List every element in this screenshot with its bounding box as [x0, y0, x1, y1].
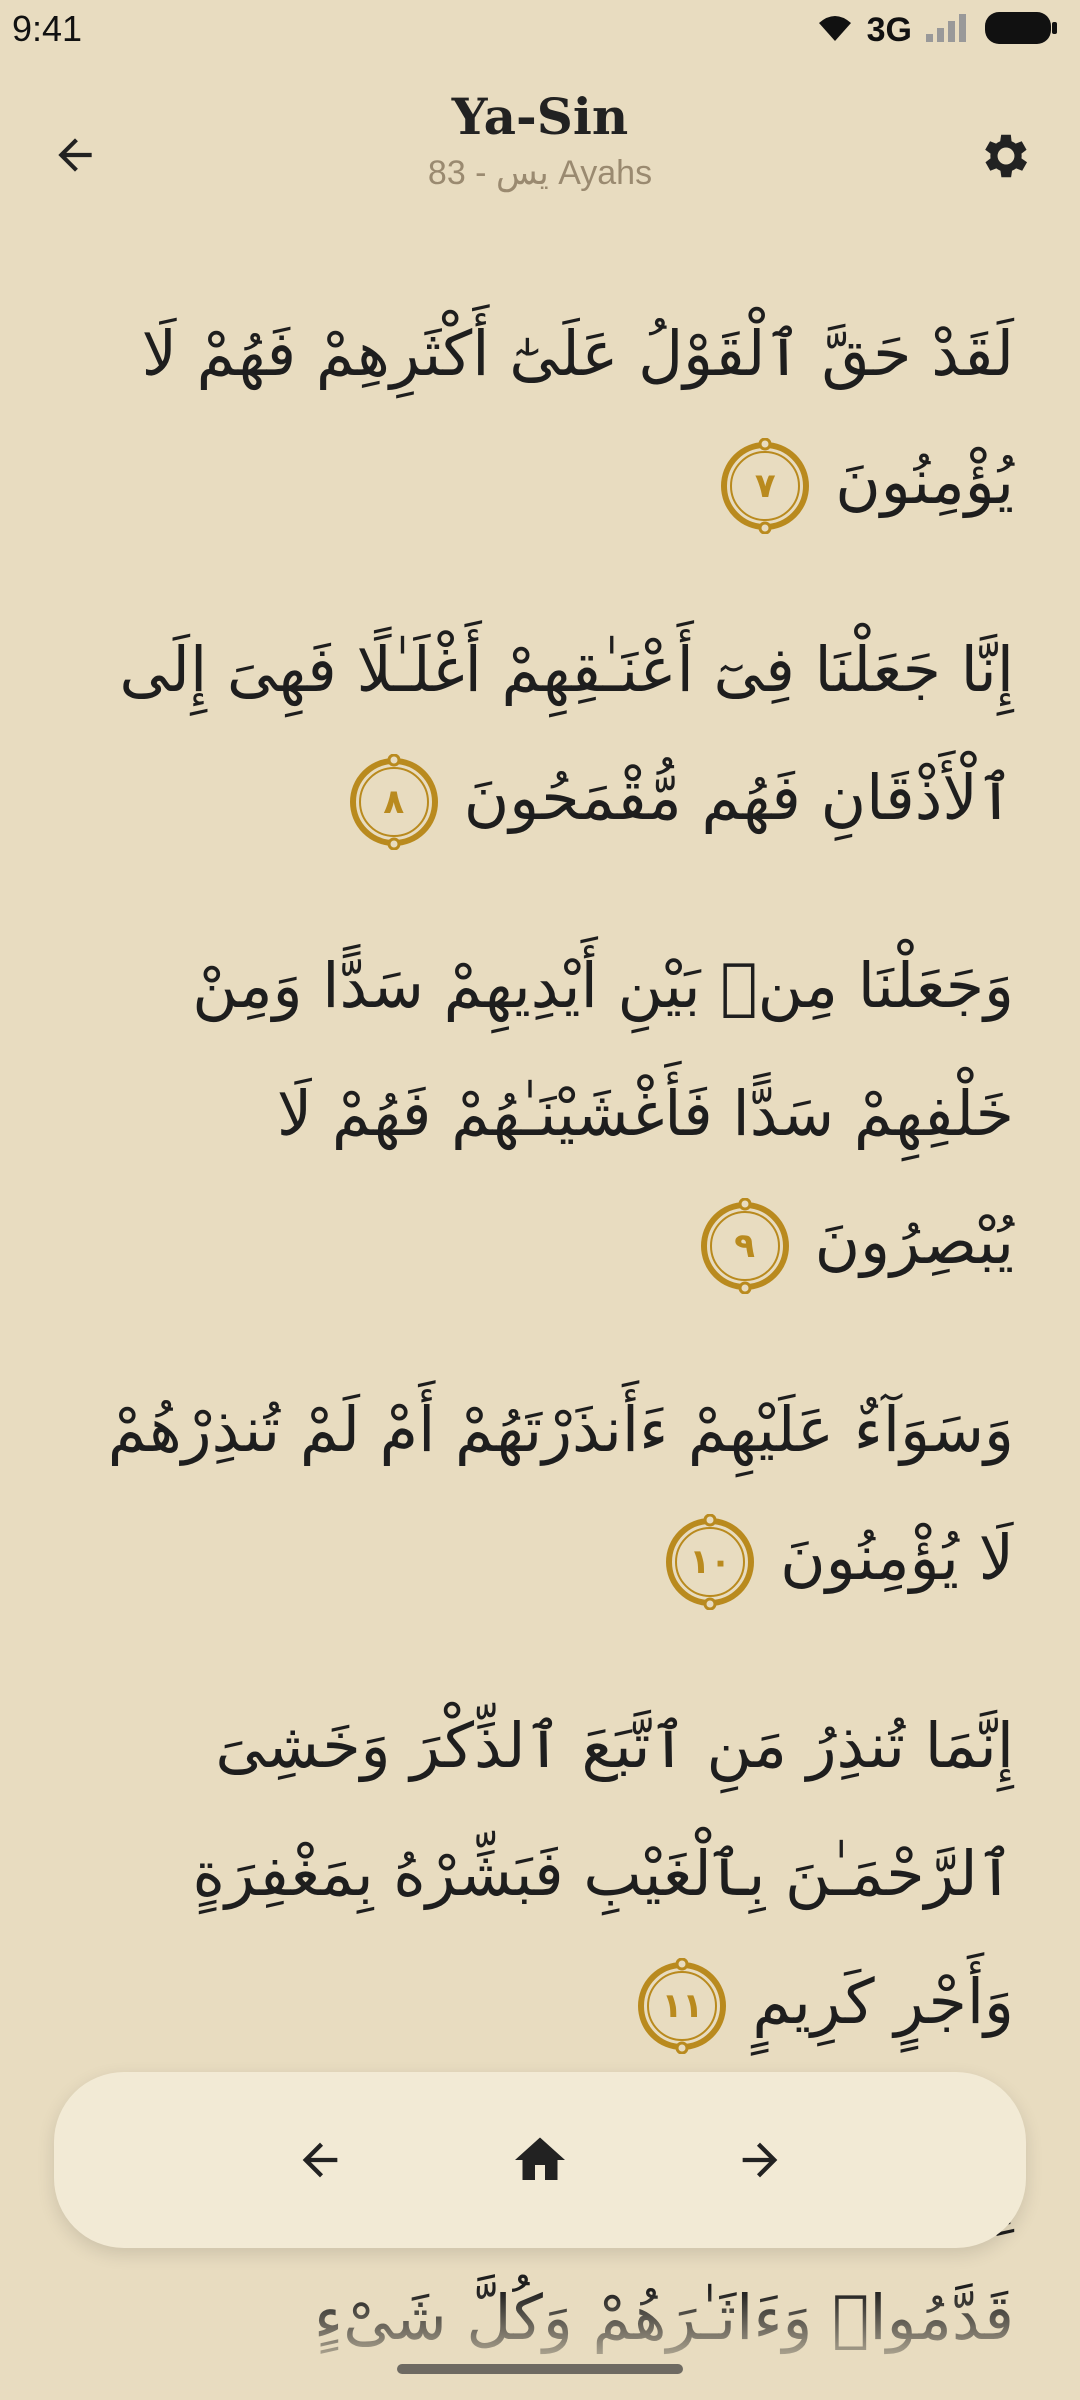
ayah-9[interactable]: وَجَعَلْنَا مِنۢ بَيْنِ أَيْدِيهِمْ سَدً…: [70, 922, 1014, 1306]
arrow-left-icon: [302, 2142, 338, 2178]
ayah-number-marker: ٩: [697, 1197, 793, 1294]
arrow-right-icon: [742, 2142, 778, 2178]
ayah-number: ١٠: [689, 1541, 731, 1582]
status-bar: 9:41 3G: [0, 0, 1080, 60]
page-title: Ya-Sin: [451, 87, 629, 146]
ayah-text: إِنَّا جَعَلْنَا فِىٓ أَعْنَـٰقِهِمْ أَغ…: [119, 633, 1014, 834]
ayah-number-marker: ١١: [634, 1957, 730, 2054]
ayah-7[interactable]: لَقَدْ حَقَّ ٱلْقَوْلُ عَلَىٰٓ أَكْثَرِه…: [70, 290, 1014, 546]
header: Ya-Sin يس - 83 Ayahs: [0, 80, 1080, 220]
signal-icon: [924, 12, 972, 48]
status-time: 9:41: [12, 8, 83, 49]
ayah-text: وَجَعَلْنَا مِنۢ بَيْنِ أَيْدِيهِمْ سَدً…: [192, 949, 1014, 1278]
wifi-icon: [815, 13, 855, 47]
home-button[interactable]: [500, 2120, 580, 2200]
bottom-fade: [0, 2290, 1080, 2400]
ayah-11[interactable]: إِنَّمَا تُنذِرُ مَنِ ٱتَّبَعَ ٱلذِّكْرَ…: [70, 1682, 1014, 2066]
page-subtitle: يس - 83 Ayahs: [427, 154, 653, 192]
ayah-text: وَسَوَآءٌ عَلَيْهِمْ ءَأَنذَرْتَهُمْ أَم…: [107, 1393, 1014, 1594]
ayah-10[interactable]: وَسَوَآءٌ عَلَيْهِمْ ءَأَنذَرْتَهُمْ أَم…: [70, 1366, 1014, 1622]
ayah-number: ٩: [734, 1225, 755, 1266]
ayah-number: ١١: [661, 1985, 704, 2026]
gear-icon: [985, 134, 1028, 178]
settings-button[interactable]: [966, 116, 1046, 196]
ayah-number: ٨: [383, 781, 405, 822]
bottom-navigation: [54, 2072, 1026, 2248]
previous-surah-button[interactable]: [280, 2120, 360, 2200]
ayah-number: ٧: [754, 465, 776, 506]
title-block: Ya-Sin يس - 83 Ayahs: [0, 80, 1080, 196]
battery-icon: [984, 10, 1058, 50]
ayah-number-marker: ١٠: [662, 1513, 758, 1610]
ayah-8[interactable]: إِنَّا جَعَلْنَا فِىٓ أَعْنَـٰقِهِمْ أَغ…: [70, 606, 1014, 862]
ayah-text: لَقَدْ حَقَّ ٱلْقَوْلُ عَلَىٰٓ أَكْثَرِه…: [141, 317, 1014, 518]
ayah-number-marker: ٨: [346, 753, 442, 850]
ayah-text: إِنَّمَا تُنذِرُ مَنِ ٱتَّبَعَ ٱلذِّكْرَ…: [192, 1709, 1014, 2038]
ayah-number-marker: ٧: [717, 437, 813, 534]
network-type: 3G: [866, 10, 912, 49]
home-indicator[interactable]: [397, 2364, 683, 2374]
next-surah-button[interactable]: [720, 2120, 800, 2200]
status-icons: 3G: [815, 10, 1058, 50]
home-icon: [515, 2137, 565, 2180]
